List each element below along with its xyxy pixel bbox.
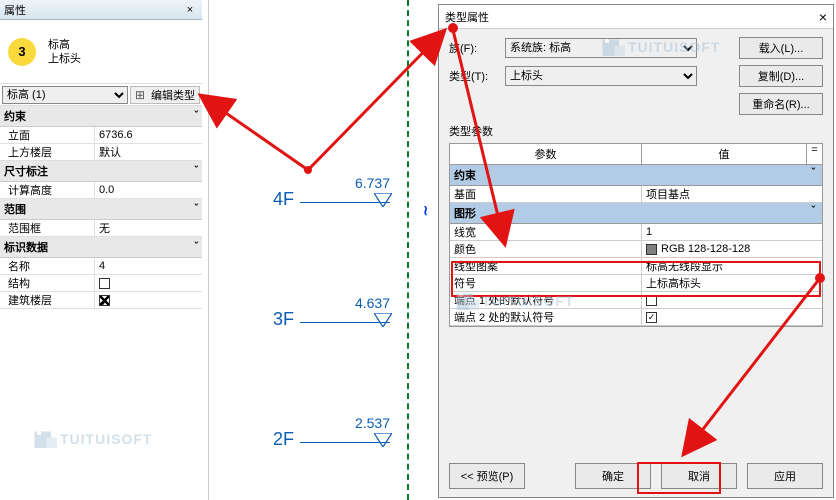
- table-row: 端点 2 处的默认符号✓: [450, 309, 822, 326]
- table-row: 符号上标高标头: [450, 275, 822, 292]
- level-label: 3F: [273, 309, 294, 329]
- level-elevation: 4.637: [317, 295, 390, 311]
- checkbox-icon[interactable]: ✓: [99, 295, 110, 306]
- params-header: 参数 值 =: [450, 144, 822, 165]
- col-value: 值: [642, 144, 806, 164]
- prop-row: 上方楼层默认: [0, 144, 202, 161]
- type-params-label: 类型参数: [449, 123, 823, 139]
- prop-row: 范围框无: [0, 220, 202, 237]
- section-graphics[interactable]: 图形: [450, 203, 822, 224]
- properties-title: 属性: [4, 2, 182, 18]
- load-button[interactable]: 载入(L)...: [739, 37, 823, 59]
- prop-row: 计算高度0.0: [0, 182, 202, 199]
- dialog-title: 类型属性: [445, 9, 489, 25]
- preview-line2: 上标头: [48, 52, 81, 66]
- edit-type-label: 编辑类型: [151, 87, 195, 103]
- level-marker[interactable]: 6.737 4F: [273, 175, 390, 210]
- section-identity[interactable]: 标识数据: [0, 237, 202, 258]
- cancel-button[interactable]: 取消: [661, 463, 737, 489]
- level-marker[interactable]: 4.637 3F: [273, 295, 390, 330]
- prop-row: 立面6736.6: [0, 127, 202, 144]
- checkbox-icon: [646, 295, 657, 306]
- table-row: 线型图案标高无线段显示: [450, 258, 822, 275]
- section-dimensions[interactable]: 尺寸标注: [0, 161, 202, 182]
- table-row: 端点 1 处的默认符号: [450, 292, 822, 309]
- edit-type-button[interactable]: 编辑类型: [130, 86, 200, 104]
- preview-text: 标高 上标头: [48, 38, 81, 66]
- type-selector-row: 标高 (1) 编辑类型: [0, 84, 202, 106]
- watermark: TUITUISOFT: [30, 424, 152, 454]
- properties-preview: 3 标高 上标头: [0, 20, 202, 84]
- preview-button[interactable]: << 预览(P): [449, 463, 525, 489]
- dialog-footer: << 预览(P) 确定 取消 应用: [439, 463, 833, 489]
- section-extents[interactable]: 范围: [0, 199, 202, 220]
- checkbox-icon: ✓: [646, 312, 657, 323]
- type-selector[interactable]: 标高 (1): [2, 86, 128, 104]
- apply-button[interactable]: 应用: [747, 463, 823, 489]
- dialog-titlebar: 类型属性 ×: [439, 5, 833, 29]
- rename-button[interactable]: 重命名(R)...: [739, 93, 823, 115]
- checkbox-icon[interactable]: [99, 278, 110, 289]
- properties-header: 属性 ×: [0, 0, 202, 20]
- level-label: 2F: [273, 429, 294, 449]
- prop-row: 名称4: [0, 258, 202, 275]
- level-label: 4F: [273, 189, 294, 209]
- prop-row: 建筑楼层✓: [0, 292, 202, 309]
- dialog-body: 族(F): 系统族: 标高 载入(L)... 类型(T): 上标头 复制(D).…: [439, 29, 833, 335]
- close-icon[interactable]: ×: [182, 2, 198, 18]
- family-select[interactable]: 系统族: 标高: [505, 38, 697, 58]
- grid-line: [407, 0, 409, 500]
- level-elevation: 6.737: [317, 175, 390, 191]
- table-row: 颜色RGB 128-128-128: [450, 241, 822, 258]
- drawing-canvas[interactable]: ≀ 6.737 4F 4.637 3F 2.537 2F: [208, 0, 438, 500]
- prop-row: 结构: [0, 275, 202, 292]
- table-row: 线宽1: [450, 224, 822, 241]
- color-swatch-icon: [646, 244, 657, 255]
- annotation-number: 3: [8, 38, 36, 66]
- level-elevation: 2.537: [317, 415, 390, 431]
- break-symbol: ≀: [423, 202, 428, 219]
- type-select[interactable]: 上标头: [505, 66, 697, 86]
- section-constraints[interactable]: 约束: [0, 106, 202, 127]
- copy-button[interactable]: 复制(D)...: [739, 65, 823, 87]
- type-properties-dialog: 类型属性 × 族(F): 系统族: 标高 载入(L)... 类型(T): 上标头…: [438, 4, 834, 498]
- edit-type-icon: [135, 88, 149, 102]
- ok-button[interactable]: 确定: [575, 463, 651, 489]
- properties-panel: 属性 × 3 标高 上标头 标高 (1) 编辑类型 约束 立面6736.6 上方…: [0, 0, 202, 309]
- col-eq: =: [806, 144, 822, 164]
- preview-line1: 标高: [48, 38, 81, 52]
- table-row: 基面项目基点: [450, 186, 822, 203]
- col-param: 参数: [450, 144, 642, 164]
- type-label: 类型(T):: [449, 68, 505, 84]
- section-constraints[interactable]: 约束: [450, 165, 822, 186]
- close-icon[interactable]: ×: [819, 9, 827, 25]
- family-label: 族(F):: [449, 40, 505, 56]
- level-marker[interactable]: 2.537 2F: [273, 415, 390, 450]
- params-table: 参数 值 = 约束 基面项目基点 图形 线宽1 颜色RGB 128-128-12…: [449, 143, 823, 327]
